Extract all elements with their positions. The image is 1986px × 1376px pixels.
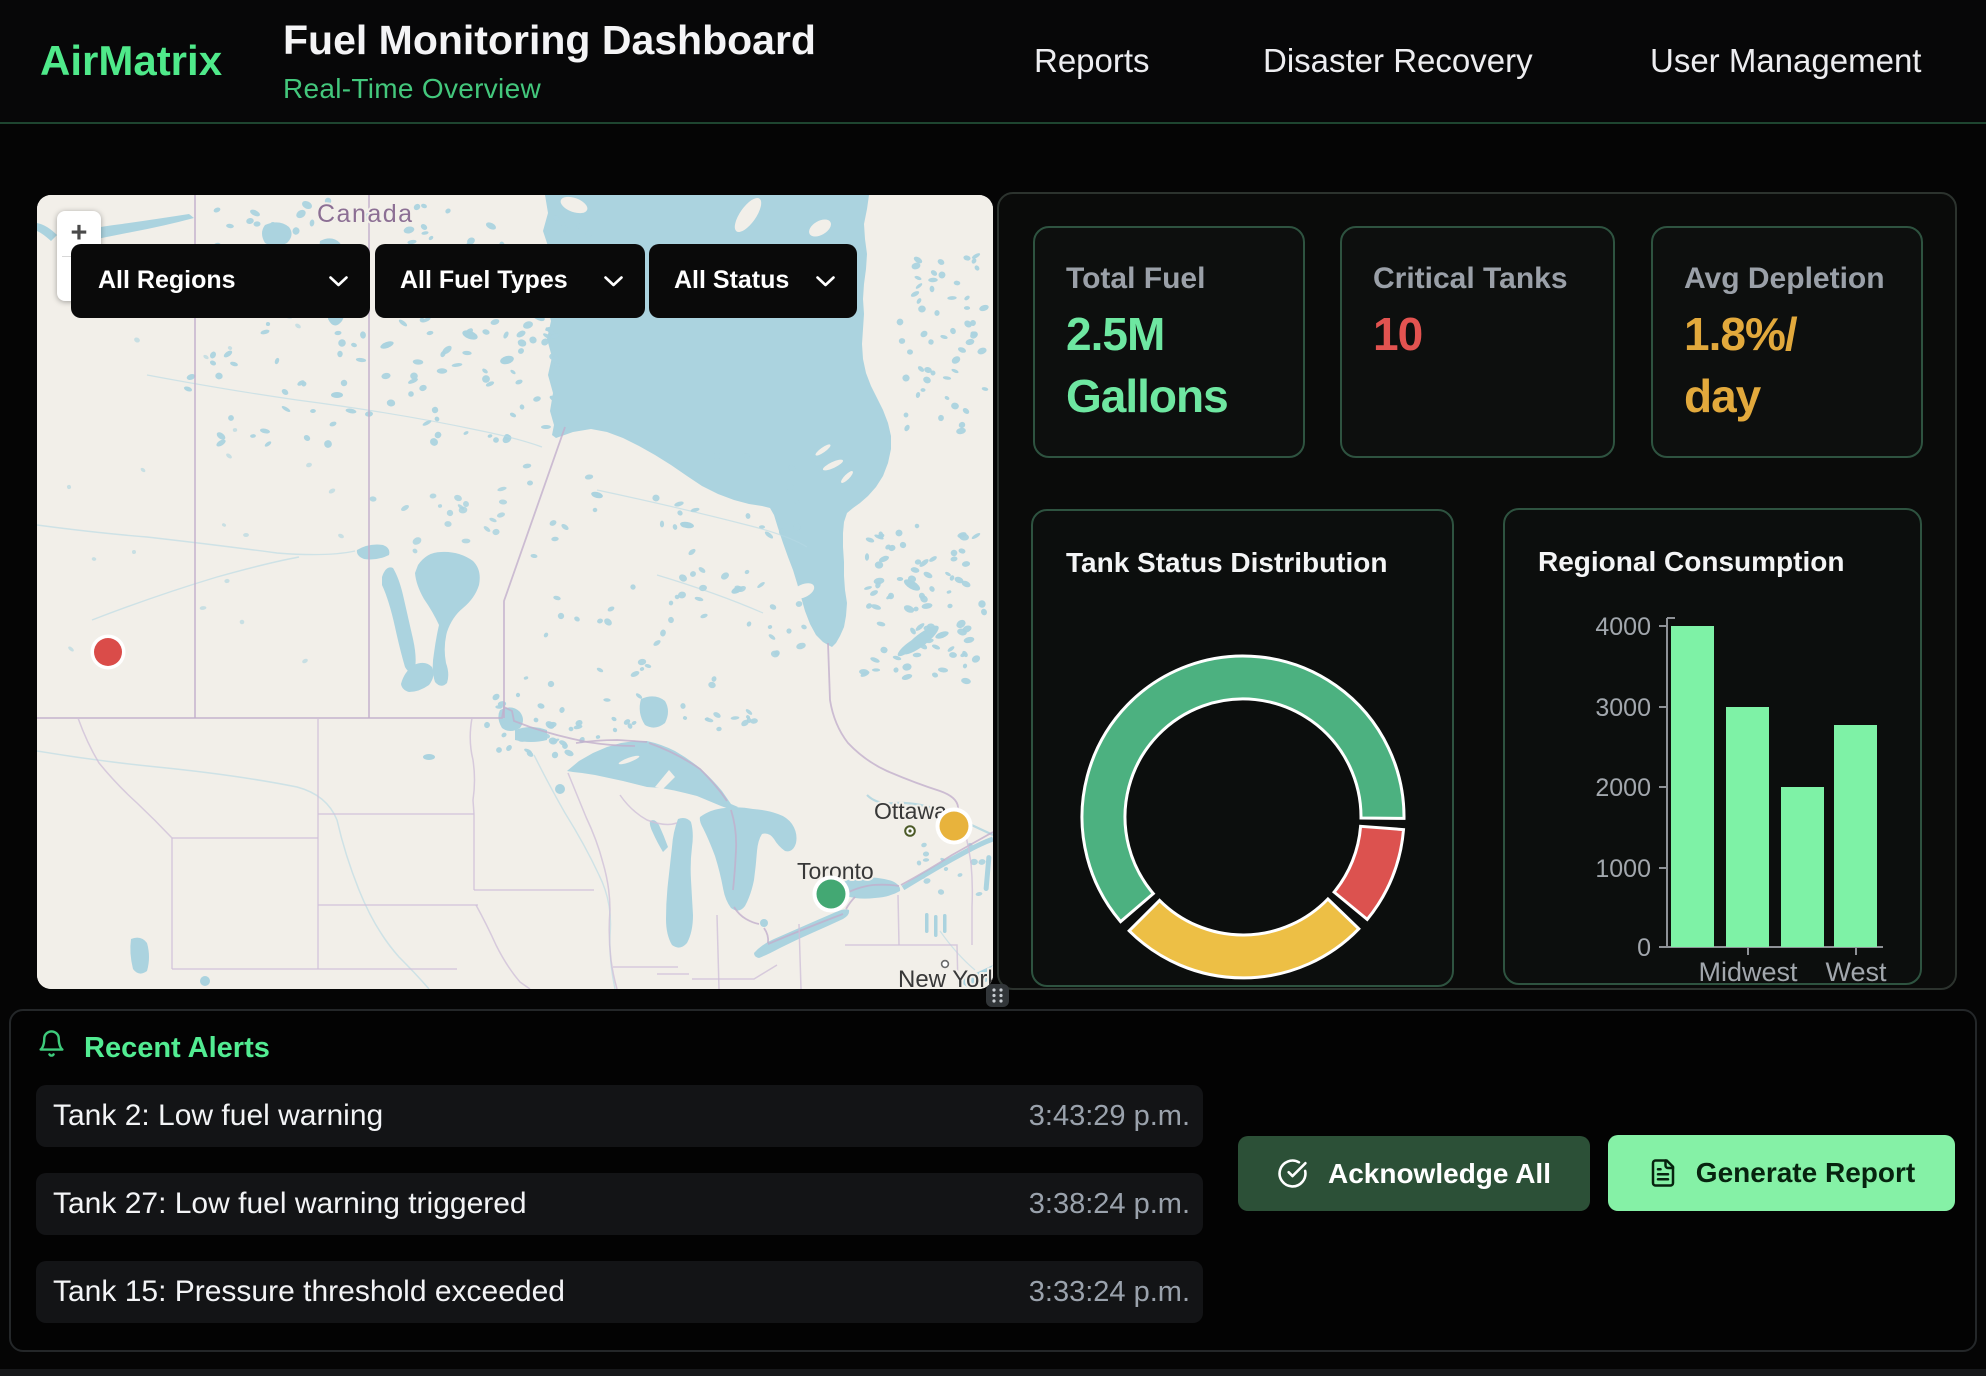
- svg-text:0: 0: [1637, 934, 1651, 962]
- svg-text:Ottawa: Ottawa: [874, 798, 947, 824]
- svg-text:3000: 3000: [1595, 694, 1651, 722]
- svg-text:2000: 2000: [1595, 774, 1651, 802]
- svg-text:4000: 4000: [1595, 613, 1651, 641]
- svg-text:Canada: Canada: [317, 200, 414, 228]
- svg-text:1000: 1000: [1595, 855, 1651, 883]
- svg-text:West: West: [1825, 957, 1887, 987]
- svg-text:Midwest: Midwest: [1698, 957, 1798, 987]
- svg-text:New York: New York: [898, 966, 993, 989]
